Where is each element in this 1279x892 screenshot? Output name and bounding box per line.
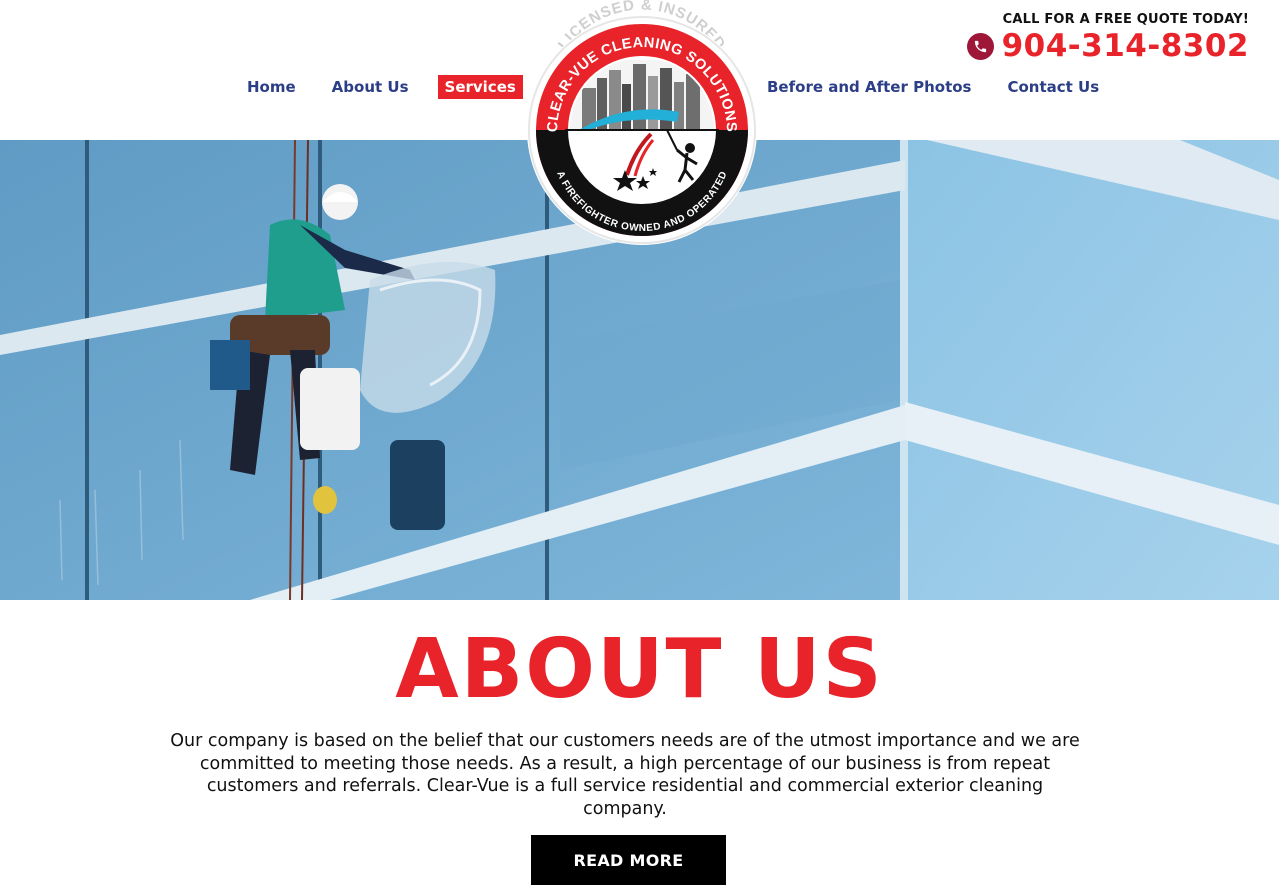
nav-about-us[interactable]: About Us	[325, 75, 416, 99]
nav-contact-us[interactable]: Contact Us	[1000, 75, 1106, 99]
phone-icon	[966, 32, 994, 60]
about-title: ABOUT US	[395, 622, 884, 717]
read-more-button[interactable]: READ MORE	[531, 835, 726, 885]
about-body: Our company is based on the belief that …	[170, 731, 1080, 819]
main-nav-left: Home About Us Services	[240, 75, 545, 99]
phone-link[interactable]: 904-314-8302	[966, 29, 1249, 63]
nav-services[interactable]: Services	[437, 75, 523, 99]
nav-home[interactable]: Home	[240, 75, 303, 99]
nav-before-after-photos[interactable]: Before and After Photos	[760, 75, 978, 99]
company-logo[interactable]: LICENSED & INSURED CLEAR-VUE CLEANING SO…	[527, 0, 757, 245]
quote-block: CALL FOR A FREE QUOTE TODAY! 904-314-830…	[966, 12, 1249, 63]
main-nav-right: Before and After Photos Contact Us	[760, 75, 1128, 99]
phone-number[interactable]: 904-314-8302	[1002, 29, 1249, 63]
quote-cta-label: CALL FOR A FREE QUOTE TODAY!	[1002, 12, 1249, 27]
